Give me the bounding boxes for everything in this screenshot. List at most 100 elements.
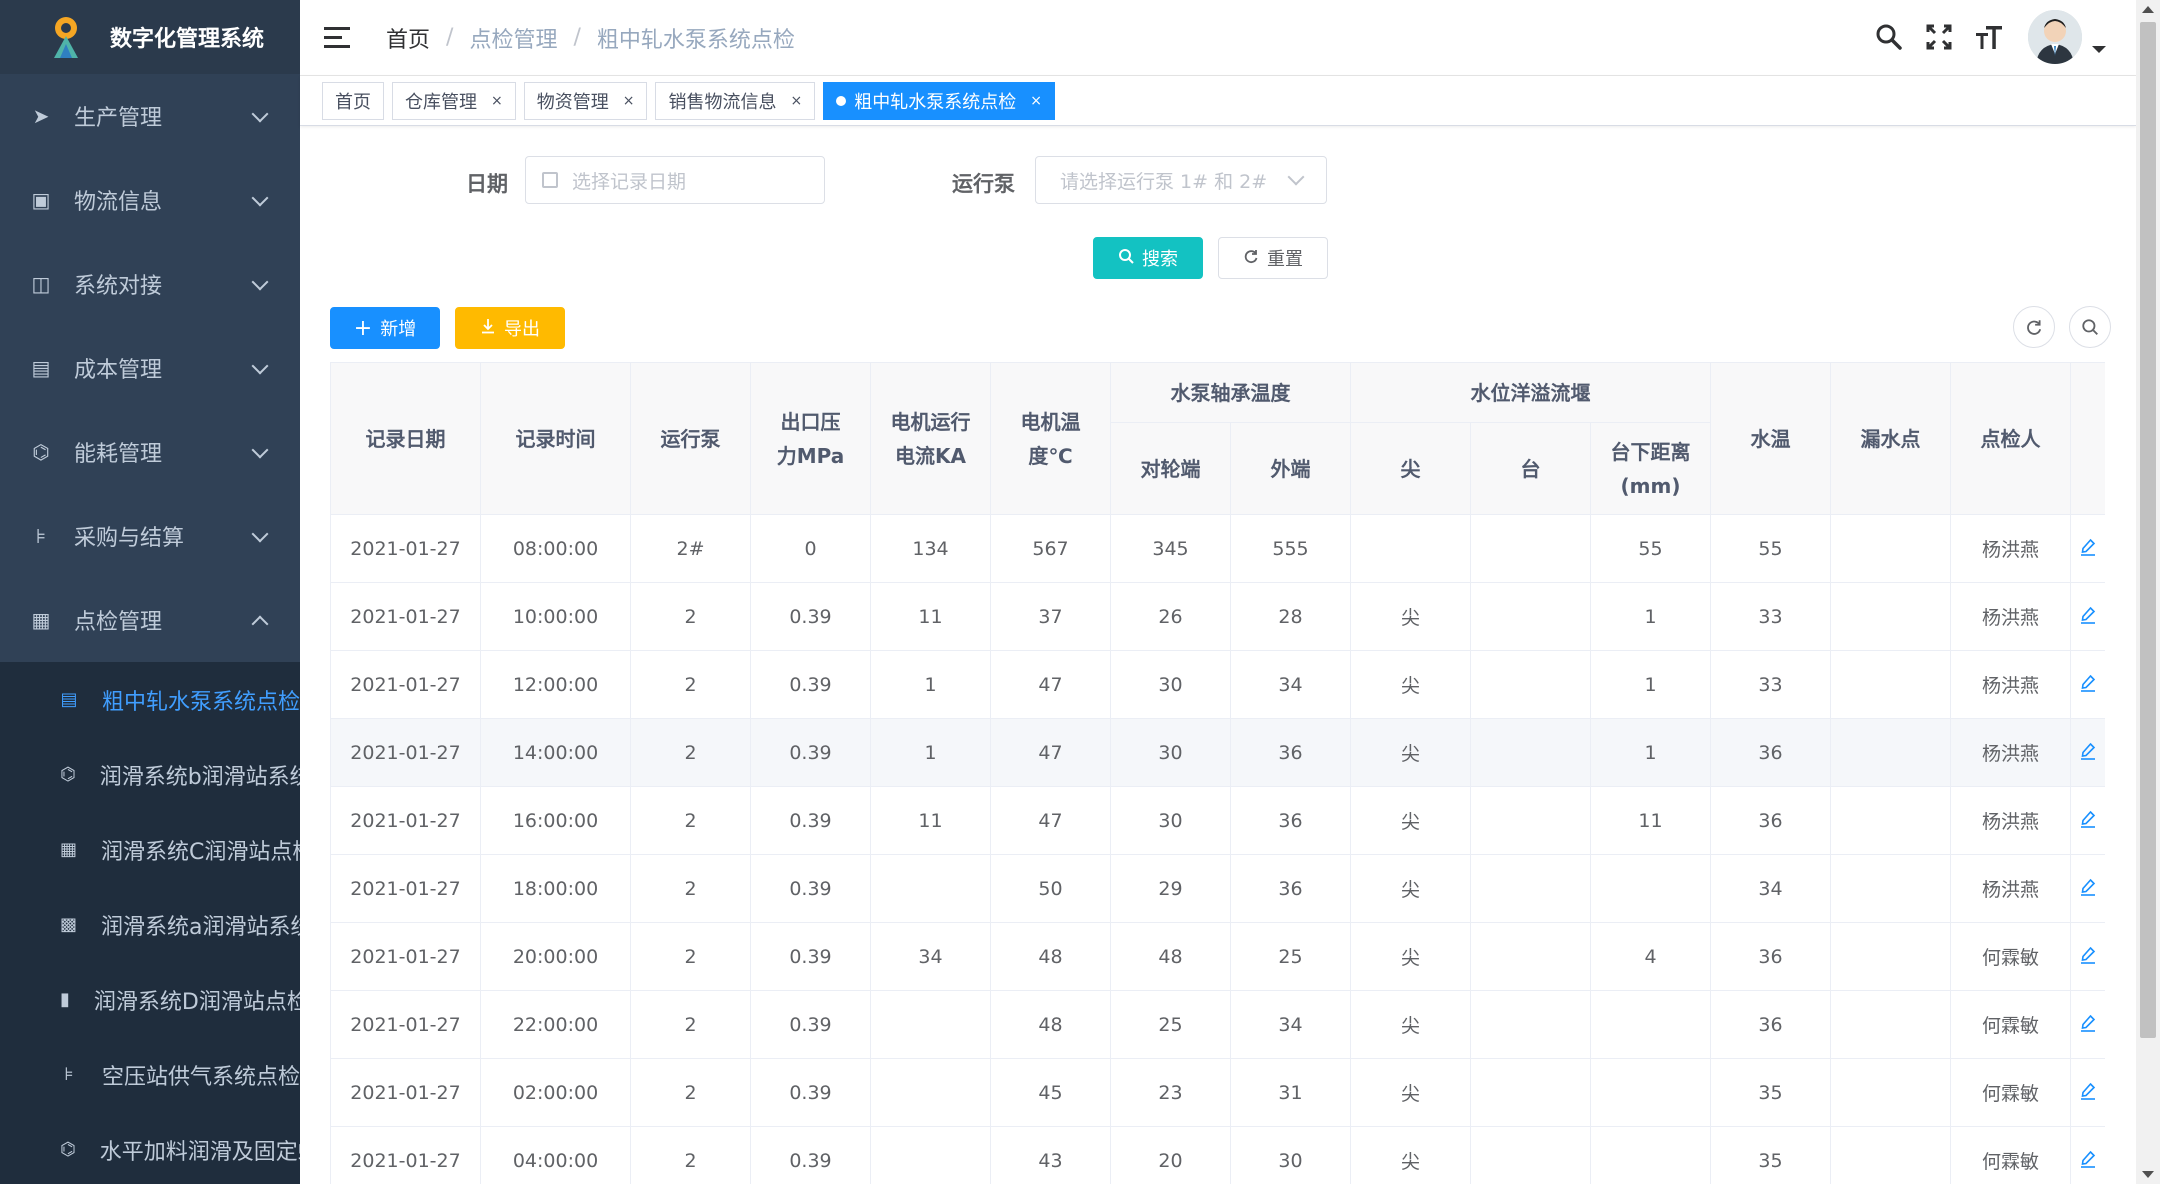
edit-icon[interactable] <box>2080 1013 2096 1037</box>
edit-icon[interactable] <box>2080 1149 2096 1173</box>
font-size-icon[interactable] <box>1972 20 2006 54</box>
table-cell: 04:00:00 <box>480 1126 631 1184</box>
close-icon[interactable]: × <box>623 93 635 109</box>
fullscreen-icon[interactable] <box>1922 20 1956 54</box>
app-logo-area[interactable]: 数字化管理系统 <box>0 0 300 74</box>
header-inspector[interactable]: 点检人 <box>1950 362 2072 515</box>
edit-icon[interactable] <box>2080 1081 2096 1105</box>
tab-tag[interactable]: 物资管理 × <box>523 81 648 120</box>
reset-button[interactable]: 重置 <box>1218 237 1328 279</box>
table-cell: 0.39 <box>750 1058 871 1127</box>
close-icon[interactable]: × <box>1030 93 1042 109</box>
edit-icon[interactable] <box>2080 877 2096 901</box>
search-icon[interactable] <box>1872 20 1906 54</box>
table-cell: 36 <box>1230 854 1351 923</box>
table-row[interactable]: 2021-01-27 20:00:00 2 0.39 34 48 48 25 尖 4 36 何霖敏 <box>330 922 2105 991</box>
sidebar-submenu-item[interactable]: ⊧ 空压站供气系统点检 <box>0 1037 300 1112</box>
sidebar-menu-item[interactable]: ▦ 点检管理 <box>0 578 300 662</box>
table-row[interactable]: 2021-01-27 14:00:00 2 0.39 1 47 30 36 尖 1 36 杨洪燕 <box>330 718 2105 787</box>
table-row[interactable]: 2021-01-27 22:00:00 2 0.39 48 25 34 尖 36 何霖敏 <box>330 990 2105 1059</box>
table-row[interactable]: 2021-01-27 04:00:00 2 0.39 43 20 30 尖 35 何霖敏 <box>330 1126 2105 1184</box>
header-weir-distance[interactable]: 台下距离(mm) <box>1589 422 1712 515</box>
table-cell <box>1470 990 1591 1059</box>
breadcrumb-home[interactable]: 首页 <box>386 22 430 54</box>
edit-icon[interactable] <box>2080 741 2096 765</box>
header-pressure[interactable]: 出口压力MPa <box>750 362 871 515</box>
scroll-up-icon[interactable] <box>2142 6 2154 13</box>
header-pump[interactable]: 运行泵 <box>630 362 751 515</box>
scrollbar-thumb[interactable] <box>2140 22 2156 1038</box>
row-actions <box>2070 854 2105 923</box>
header-leak[interactable]: 漏水点 <box>1830 362 1952 515</box>
sidebar-menu-item[interactable]: ▤ 成本管理 <box>0 326 300 410</box>
sidebar-submenu-item[interactable]: ▮ 润滑系统D润滑站点检 <box>0 962 300 1037</box>
table-cell: 11 <box>1589 786 1712 855</box>
pump-select[interactable]: 请选择运行泵 1# 和 2# <box>1035 156 1327 204</box>
sidebar-menu-item[interactable]: ➤ 生产管理 <box>0 74 300 158</box>
tab-tag[interactable]: 仓库管理 × <box>392 81 516 120</box>
header-bearing-outer[interactable]: 外端 <box>1230 422 1351 515</box>
edit-icon[interactable] <box>2080 945 2096 969</box>
header-weir-platform[interactable]: 台 <box>1470 422 1591 515</box>
table-cell: 1 <box>1589 718 1712 787</box>
breadcrumb-separator: / <box>573 25 581 50</box>
table-row[interactable]: 2021-01-27 08:00:00 2# 0 134 567 345 555 55 55 杨洪燕 <box>330 514 2105 583</box>
table-cell: 2021-01-27 <box>330 1126 481 1184</box>
table-cell: 0.39 <box>750 990 871 1059</box>
table-cell: 50 <box>990 854 1111 923</box>
page-scrollbar[interactable] <box>2136 0 2160 1184</box>
hamburger-icon[interactable] <box>324 26 350 49</box>
sidebar-menu-item[interactable]: ◫ 系统对接 <box>0 242 300 326</box>
table-cell: 2 <box>630 1126 751 1184</box>
add-button[interactable]: + 新增 <box>330 307 440 349</box>
edit-icon[interactable] <box>2080 673 2096 697</box>
search-button[interactable]: 搜索 <box>1093 237 1203 279</box>
table-cell: 尖 <box>1350 650 1471 719</box>
header-current[interactable]: 电机运行电流KA <box>870 362 991 515</box>
header-date[interactable]: 记录日期 <box>330 362 481 515</box>
table-row[interactable]: 2021-01-27 10:00:00 2 0.39 11 37 26 28 尖 1 33 杨洪燕 <box>330 582 2105 651</box>
tab-tag[interactable]: 粗中轧水泵系统点检 × <box>823 81 1055 120</box>
table-cell: 何霖敏 <box>1950 1126 2072 1184</box>
table-cell: 0.39 <box>750 922 871 991</box>
refresh-table-button[interactable] <box>2013 306 2055 348</box>
close-icon[interactable]: × <box>790 93 802 109</box>
export-button[interactable]: 导出 <box>455 307 565 349</box>
table-row[interactable]: 2021-01-27 02:00:00 2 0.39 45 23 31 尖 35 何霖敏 <box>330 1058 2105 1127</box>
sidebar-submenu-item[interactable]: ⌬ 润滑系统b润滑站系统 <box>0 737 300 812</box>
date-picker-input[interactable]: 选择记录日期 <box>525 156 825 204</box>
caret-down-icon[interactable] <box>2092 45 2106 53</box>
tab-tag[interactable]: 首页 <box>322 81 384 120</box>
close-icon[interactable]: × <box>491 93 503 109</box>
scroll-down-icon[interactable] <box>2142 1171 2154 1178</box>
sidebar-submenu-item[interactable]: ▩ 润滑系统a润滑站系统 <box>0 887 300 962</box>
edit-icon[interactable] <box>2080 605 2096 629</box>
table-cell: 杨洪燕 <box>1950 582 2072 651</box>
sidebar-menu-item[interactable]: ⌬ 能耗管理 <box>0 410 300 494</box>
header-time[interactable]: 记录时间 <box>480 362 631 515</box>
table-row[interactable]: 2021-01-27 12:00:00 2 0.39 1 47 30 34 尖 1 33 杨洪燕 <box>330 650 2105 719</box>
edit-icon[interactable] <box>2080 809 2096 833</box>
header-motor-temp[interactable]: 电机温度℃ <box>990 362 1111 515</box>
edit-icon[interactable] <box>2080 537 2096 561</box>
sidebar-menu-item[interactable]: ⊧ 采购与结算 <box>0 494 300 578</box>
table-row[interactable]: 2021-01-27 18:00:00 2 0.39 50 29 36 尖 34 杨洪燕 <box>330 854 2105 923</box>
header-weir-tip[interactable]: 尖 <box>1350 422 1471 515</box>
table-cell: 45 <box>990 1058 1111 1127</box>
table-cell: 2 <box>630 1058 751 1127</box>
date-label: 日期 <box>466 172 508 196</box>
sidebar-submenu-item[interactable]: ▦ 润滑系统C润滑站点检 <box>0 812 300 887</box>
toggle-search-button[interactable] <box>2069 306 2111 348</box>
sidebar-submenu-label: 空压站供气系统点检 <box>101 1064 300 1090</box>
header-bearing-wheel[interactable]: 对轮端 <box>1110 422 1231 515</box>
table-cell: 55 <box>1589 514 1712 583</box>
tag-label: 首页 <box>335 91 371 113</box>
tab-tag[interactable]: 销售物流信息 × <box>655 81 816 120</box>
sidebar-submenu-item[interactable]: ⌬ 水平加料润滑及固定螺 <box>0 1112 300 1184</box>
sidebar-menu-item[interactable]: ▣ 物流信息 <box>0 158 300 242</box>
breadcrumb-inspection[interactable]: 点检管理 <box>469 22 557 54</box>
header-water-temp[interactable]: 水温 <box>1710 362 1832 515</box>
user-avatar[interactable] <box>2028 10 2082 64</box>
sidebar-submenu-item[interactable]: ▤ 粗中轧水泵系统点检 <box>0 662 300 737</box>
table-row[interactable]: 2021-01-27 16:00:00 2 0.39 11 47 30 36 尖 11 36 杨洪燕 <box>330 786 2105 855</box>
